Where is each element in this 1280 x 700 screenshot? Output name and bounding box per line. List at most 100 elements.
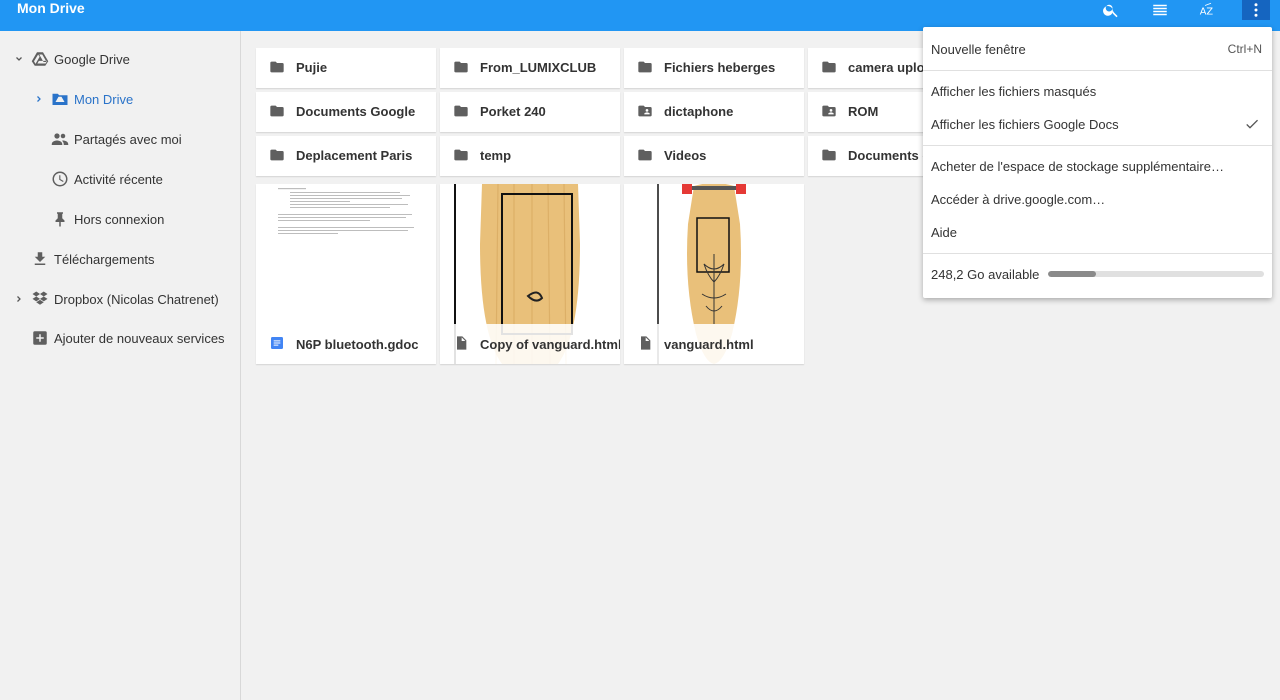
sidebar-item-downloads[interactable]: Téléchargements [0,241,240,277]
more-vert-icon [1254,3,1258,17]
sidebar-item-label: Dropbox (Nicolas Chatrenet) [54,292,219,307]
storage-usage-bar [1048,271,1264,277]
menu-divider [923,70,1272,71]
file-icon [453,335,469,351]
people-icon [51,130,69,148]
folder-icon [637,59,653,75]
folder-name: Fichiers heberges [664,60,776,75]
folder-icon [269,147,285,163]
folder-card[interactable]: Documents Google [256,92,436,132]
folder-card[interactable]: From_LUMIXCLUB [440,48,620,88]
file-card[interactable]: Copy of vanguard.html [440,184,620,364]
file-name: vanguard.html [664,337,754,352]
shared-folder-icon [637,103,653,119]
menu-item-go-drive[interactable]: Accéder à drive.google.com… [923,183,1272,216]
sort-button[interactable]: AZ [1194,0,1222,20]
chevron-down-icon[interactable] [13,53,25,65]
file-card[interactable]: vanguard.html [624,184,804,364]
clock-icon [51,170,69,188]
file-label-bar: N6P bluetooth.gdoc [256,324,436,364]
sidebar-item-offline[interactable]: Hors connexion [0,201,240,237]
sidebar-item-label: Partagés avec moi [74,132,182,147]
shortcut-label: Ctrl+N [1227,42,1262,56]
sort-az-icon: AZ [1200,2,1214,18]
folder-icon [637,147,653,163]
folder-name: temp [480,148,512,163]
my-drive-icon [51,90,69,108]
menu-item-show-hidden[interactable]: Afficher les fichiers masqués [923,75,1272,108]
file-label-bar: vanguard.html [624,324,804,364]
options-menu: Nouvelle fenêtre Ctrl+N Afficher les fic… [923,27,1272,298]
sidebar-item-label: Téléchargements [54,252,155,267]
sidebar-item-shared[interactable]: Partagés avec moi [0,121,240,157]
svg-text:AZ: AZ [1200,7,1214,18]
add-box-icon [31,329,49,347]
menu-item-label: Acheter de l'espace de stockage suppléme… [931,159,1224,174]
storage-usage-fill [1048,271,1096,277]
sidebar-item-label: Activité récente [74,172,163,187]
folder-name: ROM [848,104,879,119]
dropbox-icon [31,290,49,308]
sidebar: Google Drive Mon Drive Partagés avec moi… [0,31,241,700]
sidebar-item-recent[interactable]: Activité récente [0,161,240,197]
menu-item-new-window[interactable]: Nouvelle fenêtre Ctrl+N [923,33,1272,66]
list-view-icon [1153,4,1167,16]
more-options-button[interactable] [1242,0,1270,20]
sidebar-item-dropbox[interactable]: Dropbox (Nicolas Chatrenet) [0,281,240,317]
checkmark-icon [1244,116,1260,132]
sidebar-item-label: Ajouter de nouveaux services [54,331,225,346]
search-icon [1103,4,1118,18]
menu-item-buy-storage[interactable]: Acheter de l'espace de stockage suppléme… [923,150,1272,183]
folder-name: Porket 240 [480,104,546,119]
folder-name: From_LUMIXCLUB [480,60,597,75]
menu-divider [923,145,1272,146]
folder-icon [269,103,285,119]
menu-item-label: Aide [931,225,958,240]
menu-divider [923,253,1272,254]
file-icon [637,335,653,351]
chevron-right-icon[interactable] [33,93,45,105]
menu-item-label: Nouvelle fenêtre [931,42,1026,57]
file-name: N6P bluetooth.gdoc [296,337,419,352]
menu-item-show-gdocs[interactable]: Afficher les fichiers Google Docs [923,108,1272,141]
menu-item-label: Accéder à drive.google.com… [931,192,1106,207]
folder-name: Deplacement Paris [296,148,413,163]
folder-icon [453,59,469,75]
folder-name: Videos [664,148,707,163]
folder-name: Pujie [296,60,328,75]
folder-icon [269,59,285,75]
google-doc-icon [269,335,285,351]
folder-card[interactable]: Porket 240 [440,92,620,132]
menu-item-label: Afficher les fichiers Google Docs [931,117,1119,132]
sidebar-item-label: Hors connexion [74,212,165,227]
folder-icon [821,59,837,75]
sidebar-item-mon-drive[interactable]: Mon Drive [0,81,240,117]
folder-name: dictaphone [664,104,734,119]
folder-icon [453,147,469,163]
download-icon [31,250,49,268]
storage-available-label: 248,2 Go available [931,267,1040,282]
folder-card[interactable]: Fichiers heberges [624,48,804,88]
pin-icon [51,210,69,228]
chevron-right-icon[interactable] [13,293,25,305]
folder-card[interactable]: temp [440,136,620,176]
folder-card[interactable]: Videos [624,136,804,176]
file-card[interactable]: N6P bluetooth.gdoc [256,184,436,364]
folder-icon [453,103,469,119]
folder-card[interactable]: dictaphone [624,92,804,132]
folder-card[interactable]: Pujie [256,48,436,88]
file-label-bar: Copy of vanguard.html [440,324,620,364]
search-button[interactable] [1097,0,1125,20]
menu-item-help[interactable]: Aide [923,216,1272,249]
sidebar-item-google-drive[interactable]: Google Drive [0,41,240,77]
drive-icon [31,50,49,68]
sidebar-item-label: Google Drive [54,52,130,67]
menu-item-label: Afficher les fichiers masqués [931,84,1097,99]
folder-card[interactable]: Deplacement Paris [256,136,436,176]
page-title: Mon Drive [17,0,85,16]
sidebar-item-add-services[interactable]: Ajouter de nouveaux services [0,320,240,356]
folder-icon [821,147,837,163]
folder-name: Documents Google [296,104,416,119]
list-view-button[interactable] [1146,0,1174,20]
file-name: Copy of vanguard.html [480,337,620,352]
